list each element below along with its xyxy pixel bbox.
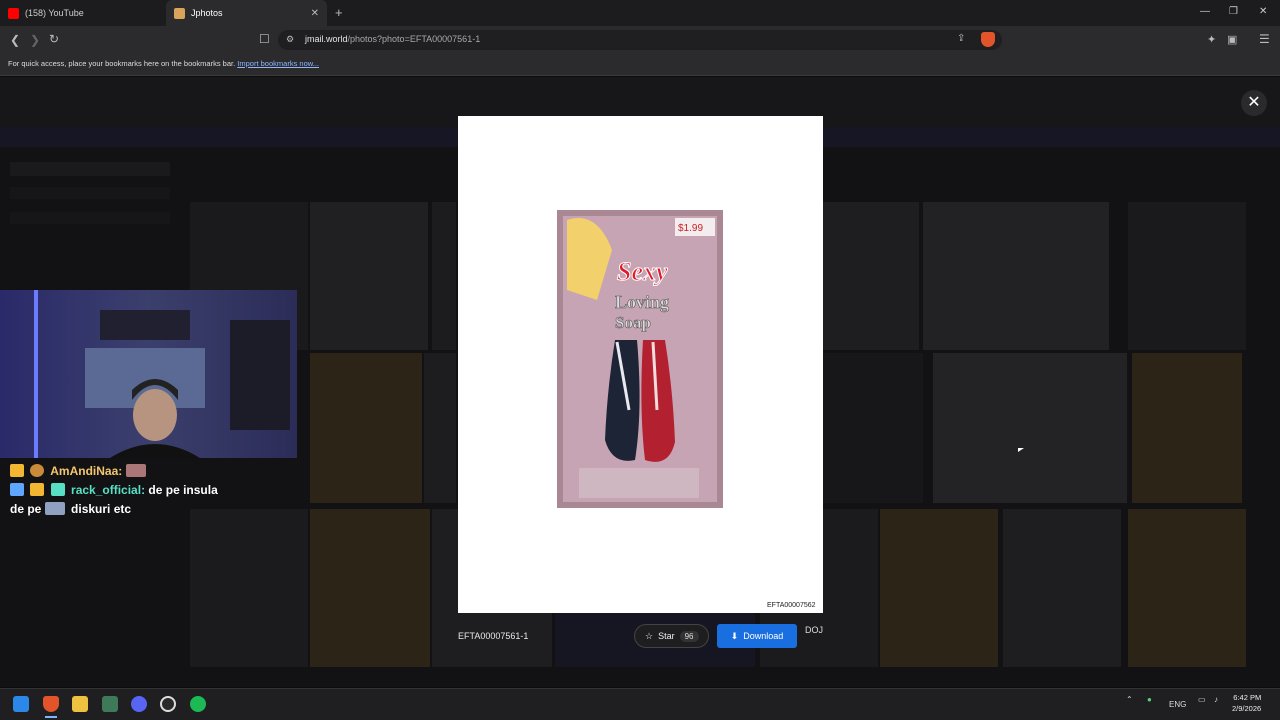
clock-date: 2/9/2026 (1232, 704, 1262, 713)
sidebar-icon[interactable]: ▣ (1227, 33, 1237, 46)
webcam-overlay (0, 290, 297, 458)
chat-message-2: rack_official: de pe insula de pe diskur… (10, 481, 290, 519)
discord-icon[interactable] (131, 696, 147, 712)
minimize-icon[interactable]: — (1200, 6, 1210, 17)
spotify-icon[interactable] (190, 696, 206, 712)
close-tab-icon[interactable]: ✕ (311, 8, 319, 19)
sub-badge-icon (50, 483, 65, 496)
close-modal-button[interactable]: ✕ (1241, 90, 1267, 116)
active-app-indicator (45, 716, 57, 718)
crown-badge-icon (30, 483, 45, 496)
tab-jphotos-label: Jphotos (191, 8, 223, 18)
brave-browser-icon[interactable] (43, 696, 59, 712)
tray-overflow-icon[interactable]: ⌃ (1126, 695, 1133, 704)
jphotos-icon (174, 7, 185, 19)
chat-text-2b: de pe (10, 502, 42, 516)
crown-badge-icon (10, 464, 24, 477)
bookmarks-hint: For quick access, place your bookmarks h… (8, 59, 236, 68)
chat-user-1: AmAndiNaa: (50, 464, 123, 478)
webcam-image (0, 290, 297, 458)
chatgpt-icon[interactable] (160, 696, 176, 712)
package-word-1: Sexy (617, 257, 668, 286)
brave-shield-icon[interactable] (981, 32, 995, 47)
system-clock[interactable]: 6:42 PM 2/9/2026 (1232, 692, 1261, 714)
extensions-icon[interactable]: ✦ (1207, 33, 1216, 46)
menu-icon[interactable]: ☰ (1259, 32, 1270, 46)
language-indicator[interactable]: ENG (1169, 700, 1186, 709)
url-path: /photos?photo=EFTA00007561-1 (347, 34, 481, 44)
bookmarks-bar: For quick access, place your bookmarks h… (0, 54, 1280, 76)
chat-message-1: AmAndiNaa: (10, 462, 290, 481)
windows-start-icon[interactable] (13, 696, 29, 712)
share-icon[interactable]: ⇪ (957, 33, 965, 44)
network-icon[interactable]: ▭ (1198, 695, 1206, 704)
emote-icon (125, 464, 146, 477)
clock-time: 6:42 PM (1233, 693, 1262, 702)
new-tab-button[interactable]: + (335, 5, 343, 20)
excel-icon[interactable] (102, 696, 118, 712)
site-info-icon[interactable]: ⚙ (286, 34, 294, 45)
forward-icon[interactable]: ❯ (30, 33, 40, 47)
star-label: Star (658, 631, 675, 641)
volume-icon[interactable]: ♪ (1214, 695, 1218, 704)
chat-user-2: rack_official: (71, 483, 146, 497)
url-domain: jmail.world (305, 34, 348, 44)
star-count-badge: 96 (679, 630, 699, 642)
soap-package-image: $1.99 Sexy Loving Soap (557, 210, 723, 508)
youtube-icon (8, 7, 19, 19)
back-icon[interactable]: ❮ (10, 33, 20, 47)
file-explorer-icon[interactable] (72, 696, 88, 712)
download-button[interactable]: ⬇ Download (717, 624, 797, 648)
file-name-label: EFTA00007561-1 (458, 631, 529, 641)
tab-youtube-label: (158) YouTube (25, 8, 84, 18)
microphone-icon[interactable]: ● (1147, 695, 1152, 704)
emote-icon (30, 464, 45, 477)
star-button[interactable]: ☆ Star 96 (634, 624, 709, 648)
download-label: Download (743, 631, 784, 641)
url-text[interactable]: jmail.world/photos?photo=EFTA00007561-1 (305, 34, 480, 44)
restore-icon[interactable]: ❐ (1229, 6, 1238, 17)
bookmark-icon[interactable]: ☐ (259, 32, 270, 46)
price-tag: $1.99 (678, 223, 703, 234)
package-word-3: Soap (615, 313, 651, 332)
package-word-2: Loving (615, 292, 669, 312)
stream-chat: AmAndiNaa: rack_official: de pe insula d… (10, 462, 290, 519)
tab-jphotos[interactable]: Jphotos ✕ (166, 0, 327, 26)
photo-image: $1.99 Sexy Loving Soap (557, 210, 723, 508)
star-icon: ☆ (645, 630, 654, 641)
reload-icon[interactable]: ↻ (49, 32, 59, 46)
emote-icon (44, 502, 65, 515)
photo-id-caption: EFTA00007562 (767, 602, 816, 609)
chat-text-2a: de pe insula (148, 483, 218, 497)
import-bookmarks-link[interactable]: Import bookmarks now... (237, 59, 319, 68)
download-icon: ⬇ (730, 630, 739, 641)
bits-badge-icon (10, 483, 24, 496)
source-label: DOJ (805, 625, 823, 635)
chat-text-2c: diskuri etc (71, 502, 132, 516)
tab-youtube[interactable]: (158) YouTube (0, 0, 166, 26)
screen: (158) YouTube Jphotos ✕ + — ❐ ✕ ❮ ❯ ↻ ☐ … (0, 0, 1280, 720)
tab-bar: (158) YouTube Jphotos ✕ + — ❐ ✕ (0, 0, 1280, 26)
mouse-cursor-icon (1018, 448, 1024, 452)
close-window-icon[interactable]: ✕ (1259, 6, 1267, 17)
